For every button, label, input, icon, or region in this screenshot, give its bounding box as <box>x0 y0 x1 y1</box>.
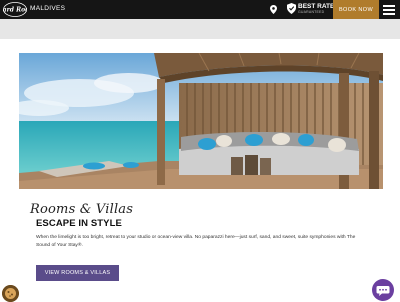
menu-icon[interactable] <box>381 2 397 17</box>
book-now-button[interactable]: BOOK NOW <box>333 0 379 19</box>
view-rooms-villas-button[interactable]: VIEW ROOMS & VILLAS <box>36 265 119 281</box>
svg-text:Hard Rock: Hard Rock <box>3 7 27 14</box>
top-nav-bar: Hard Rock MALDIVES BEST RATE GUARANTEED … <box>0 0 400 19</box>
section-description: When the limelight is too bright, retrea… <box>36 235 356 248</box>
best-rate-sublabel: GUARANTEED <box>298 10 325 14</box>
best-rate-label: BEST RATE <box>298 3 335 10</box>
hard-rock-logo[interactable]: Hard Rock <box>0 2 33 17</box>
cookie-icon[interactable] <box>2 285 19 302</box>
map-pin-icon[interactable] <box>270 5 277 14</box>
brand-location: MALDIVES <box>30 5 66 12</box>
hero-image <box>19 53 383 189</box>
section-heading: ESCAPE IN STYLE <box>36 218 122 229</box>
section-script-title: Rooms & Villas <box>30 202 134 217</box>
chat-icon[interactable] <box>372 279 394 301</box>
secondary-nav-bar <box>0 19 400 39</box>
shield-icon <box>287 3 296 14</box>
